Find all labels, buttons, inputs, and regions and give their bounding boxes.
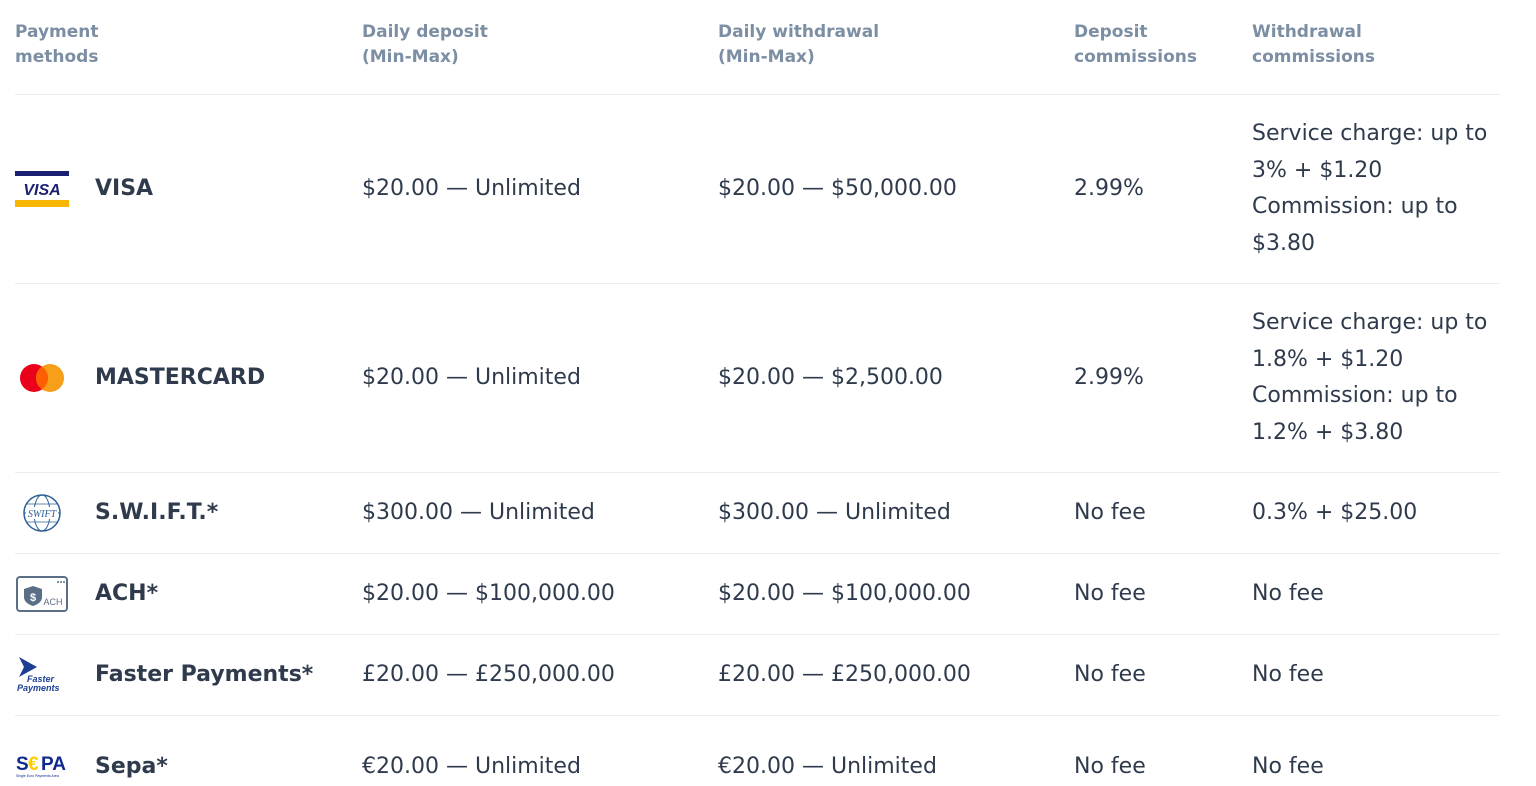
sepa-logo-pa: PA <box>41 754 66 775</box>
withdrawal-range: £20.00 — £250,000.00 <box>718 661 971 687</box>
deposit-commission: No fee <box>1074 499 1146 525</box>
table-row: MASTERCARD $20.00 — Unlimited $20.00 — $… <box>15 284 1500 473</box>
deposit-commission: 2.99% <box>1074 175 1144 201</box>
withdrawal-commission-line: Service charge: up to <box>1252 121 1488 146</box>
header-payment-methods: Payment methods <box>15 22 99 67</box>
deposit-commission: No fee <box>1074 753 1146 779</box>
sepa-logo-euro: € <box>28 754 39 775</box>
method-cell: SWIFT S.W.I.F.T.* <box>15 473 345 553</box>
swift-logo: SWIFT <box>15 493 69 533</box>
table-row: SWIFT S.W.I.F.T.* $300.00 — Unlimited $3… <box>15 473 1500 554</box>
visa-logo: VISA <box>15 169 69 209</box>
deposit-commission: 2.99% <box>1074 364 1144 390</box>
mastercard-logo <box>15 358 69 398</box>
ach-logo-symbol: $ <box>30 592 36 604</box>
withdrawal-commission-line: 1.2% + $3.80 <box>1252 419 1404 445</box>
faster-logo-line2: Payments <box>17 683 60 693</box>
deposit-range: $20.00 — Unlimited <box>362 364 581 390</box>
withdrawal-commission-line: 1.8% + $1.20 <box>1252 346 1404 372</box>
withdrawal-commission: No fee <box>1252 661 1324 687</box>
deposit-range: €20.00 — Unlimited <box>362 753 581 779</box>
sepa-logo-s: S <box>16 754 29 775</box>
deposit-range: £20.00 — £250,000.00 <box>362 661 615 687</box>
deposit-commission: No fee <box>1074 580 1146 606</box>
method-cell: $ ACH ACH* <box>15 554 345 634</box>
method-cell: Faster Payments Faster Payments* <box>15 635 345 715</box>
ach-logo: $ ACH <box>15 574 69 614</box>
method-cell: VISA VISA <box>15 95 345 283</box>
withdrawal-range: $20.00 — $100,000.00 <box>718 580 971 606</box>
withdrawal-range: €20.00 — Unlimited <box>718 753 937 779</box>
method-name: Sepa* <box>95 753 168 779</box>
withdrawal-commission: 0.3% + $25.00 <box>1252 499 1418 525</box>
faster-payments-logo: Faster Payments <box>15 655 69 695</box>
withdrawal-commission-line: Service charge: up to <box>1252 310 1488 335</box>
table-row: VISA VISA $20.00 — Unlimited $20.00 — $5… <box>15 95 1500 284</box>
withdrawal-commission-line: Commission: up to <box>1252 194 1458 219</box>
table-row: $ ACH ACH* $20.00 — $100,000.00 $20.00 —… <box>15 554 1500 635</box>
payment-methods-table: Payment methods Daily deposit (Min-Max) … <box>15 0 1500 785</box>
withdrawal-commission: Service charge: up to 1.8% + $1.20 Commi… <box>1252 284 1502 472</box>
withdrawal-commission: No fee <box>1252 753 1324 779</box>
deposit-range: $20.00 — $100,000.00 <box>362 580 615 606</box>
table-row: Faster Payments Faster Payments* £20.00 … <box>15 635 1500 716</box>
withdrawal-range: $20.00 — $2,500.00 <box>718 364 943 390</box>
ach-logo-text: ACH <box>43 597 62 607</box>
swift-logo-text: SWIFT <box>28 509 58 520</box>
table-row: S € PA Single Euro Payments Area Sepa* €… <box>15 716 1500 785</box>
method-name: S.W.I.F.T.* <box>95 499 219 525</box>
header-daily-deposit: Daily deposit (Min-Max) <box>362 22 488 67</box>
withdrawal-commission: Service charge: up to 3% + $1.20 Commiss… <box>1252 95 1502 283</box>
header-deposit-commissions: Deposit commissions <box>1074 22 1197 67</box>
withdrawal-commission-line: $3.80 <box>1252 230 1315 256</box>
deposit-range: $300.00 — Unlimited <box>362 499 595 525</box>
withdrawal-commission: No fee <box>1252 580 1324 606</box>
deposit-range: $20.00 — Unlimited <box>362 175 581 201</box>
withdrawal-range: $20.00 — $50,000.00 <box>718 175 957 201</box>
withdrawal-range: $300.00 — Unlimited <box>718 499 951 525</box>
sepa-logo-subtitle: Single Euro Payments Area <box>16 774 59 778</box>
visa-logo-text: VISA <box>23 182 60 199</box>
table-header-row: Payment methods Daily deposit (Min-Max) … <box>15 0 1500 95</box>
method-cell: MASTERCARD <box>15 284 345 472</box>
withdrawal-commission-line: 3% + $1.20 <box>1252 157 1383 183</box>
header-withdrawal-commissions: Withdrawal commissions <box>1252 22 1375 67</box>
header-daily-withdrawal: Daily withdrawal (Min-Max) <box>718 22 880 67</box>
method-name: ACH* <box>95 580 159 606</box>
method-cell: S € PA Single Euro Payments Area Sepa* <box>15 716 345 786</box>
sepa-logo: S € PA Single Euro Payments Area <box>15 745 69 785</box>
withdrawal-commission-line: Commission: up to <box>1252 383 1458 408</box>
method-name: Faster Payments* <box>95 661 314 687</box>
method-name: MASTERCARD <box>95 364 266 390</box>
method-name: VISA <box>95 175 154 201</box>
deposit-commission: No fee <box>1074 661 1146 687</box>
